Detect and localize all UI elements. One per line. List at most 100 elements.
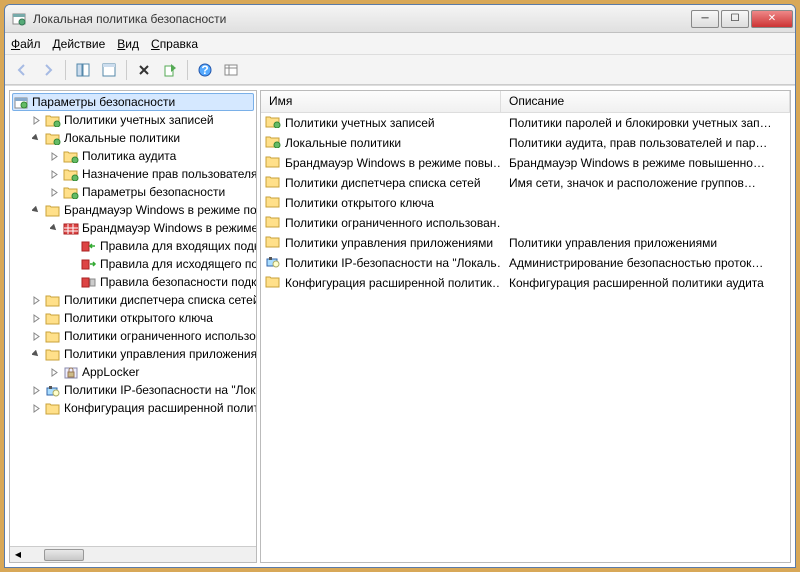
- list-cell-description: Имя сети, значок и расположение группов…: [501, 176, 790, 190]
- folder-icon: [13, 96, 29, 109]
- folder-icon: [265, 275, 285, 291]
- close-button[interactable]: ✕: [751, 10, 793, 28]
- tree-item[interactable]: Параметры безопасности: [48, 183, 254, 201]
- list-row[interactable]: Политики управления приложениямиПолитики…: [261, 233, 790, 253]
- folder-icon: [45, 312, 61, 325]
- expander-closed-icon[interactable]: [30, 384, 43, 397]
- expander-closed-icon[interactable]: [48, 168, 61, 181]
- tree-item[interactable]: Политики диспетчера списка сетей: [30, 291, 254, 309]
- expander-open-icon[interactable]: [48, 222, 61, 235]
- folder-badge-icon: [63, 186, 79, 199]
- expander-closed-icon[interactable]: [48, 366, 61, 379]
- tree-item[interactable]: Политика аудита: [48, 147, 254, 165]
- toolbar-separator: [126, 60, 127, 80]
- tree-item[interactable]: Параметры безопасности: [12, 93, 254, 111]
- export-button[interactable]: [159, 59, 181, 81]
- expander-closed-icon[interactable]: [30, 402, 43, 415]
- menu-file[interactable]: Файл: [11, 37, 41, 51]
- tree-item[interactable]: Политики ограниченного использо: [30, 327, 254, 345]
- tree-item[interactable]: Политики управления приложения: [30, 345, 254, 363]
- maximize-button[interactable]: ☐: [721, 10, 749, 28]
- help-button[interactable]: ?: [194, 59, 216, 81]
- rule-in-icon: [81, 240, 97, 253]
- folder-icon: [45, 348, 61, 361]
- tree-item-label: Параметры безопасности: [82, 185, 225, 199]
- rule-out-icon: [81, 258, 97, 271]
- tree-item[interactable]: Политики открытого ключа: [30, 309, 254, 327]
- tree-item-label: Политика аудита: [82, 149, 176, 163]
- folder-icon: [265, 235, 285, 251]
- horizontal-scrollbar[interactable]: ◀: [10, 546, 256, 562]
- expander-closed-icon[interactable]: [48, 150, 61, 163]
- expander-closed-icon[interactable]: [30, 114, 43, 127]
- tree-item-label: Политики ограниченного использо: [64, 329, 256, 343]
- tree-item-label: Политики IP-безопасности на "Лока: [64, 383, 257, 397]
- tree-item[interactable]: Конфигурация расширенной полит: [30, 399, 254, 417]
- list-row[interactable]: Конфигурация расширенной политик…Конфигу…: [261, 273, 790, 293]
- list-row[interactable]: Политики диспетчера списка сетейИмя сети…: [261, 173, 790, 193]
- content-area: Параметры безопасности Политики учетных з…: [5, 85, 795, 567]
- expander-none: [66, 240, 79, 253]
- scroll-thumb[interactable]: [44, 549, 84, 561]
- list-row[interactable]: Политики открытого ключа: [261, 193, 790, 213]
- back-button[interactable]: [11, 59, 33, 81]
- tree-item[interactable]: Назначение прав пользователя: [48, 165, 254, 183]
- expander-none: [66, 276, 79, 289]
- expander-open-icon[interactable]: [30, 204, 43, 217]
- view-options-button[interactable]: [220, 59, 242, 81]
- properties-button[interactable]: [98, 59, 120, 81]
- tree-item[interactable]: Брандмауэр Windows в режиме пов: [30, 201, 254, 219]
- titlebar[interactable]: Локальная политика безопасности ─ ☐ ✕: [5, 5, 795, 33]
- window-controls: ─ ☐ ✕: [691, 10, 793, 28]
- expander-closed-icon[interactable]: [30, 294, 43, 307]
- list-cell-name: Политики открытого ключа: [261, 195, 501, 211]
- tree-item-label: Назначение прав пользователя: [82, 167, 257, 181]
- list-header: Имя Описание: [261, 91, 790, 113]
- list-body[interactable]: Политики учетных записейПолитики паролей…: [261, 113, 790, 562]
- menu-help[interactable]: Справка: [151, 37, 198, 51]
- show-hide-tree-button[interactable]: [72, 59, 94, 81]
- folder-icon: [45, 294, 61, 307]
- tree-item[interactable]: Правила для входящих подкл: [66, 237, 254, 255]
- expander-open-icon[interactable]: [30, 132, 43, 145]
- list-row[interactable]: Политики ограниченного использован…: [261, 213, 790, 233]
- delete-button[interactable]: [133, 59, 155, 81]
- tree-item[interactable]: Политики IP-безопасности на "Лока: [30, 381, 254, 399]
- list-row[interactable]: Политики учетных записейПолитики паролей…: [261, 113, 790, 133]
- list-cell-name: Политики управления приложениями: [261, 235, 501, 251]
- menu-action[interactable]: Действие: [53, 37, 106, 51]
- expander-closed-icon[interactable]: [30, 330, 43, 343]
- column-header-description[interactable]: Описание: [501, 91, 790, 112]
- list-pane: Имя Описание Политики учетных записейПол…: [260, 90, 791, 563]
- list-row[interactable]: Политики IP-безопасности на "Локаль…Адми…: [261, 253, 790, 273]
- tree-item[interactable]: Локальные политики: [30, 129, 254, 147]
- scroll-left-arrow[interactable]: ◀: [10, 548, 26, 562]
- column-header-name[interactable]: Имя: [261, 91, 501, 112]
- folder-badge-icon: [45, 114, 61, 127]
- expander-closed-icon[interactable]: [30, 312, 43, 325]
- folder-icon: [265, 155, 285, 171]
- app-icon: [11, 11, 27, 27]
- folder-icon: [45, 330, 61, 343]
- list-cell-name: Конфигурация расширенной политик…: [261, 275, 501, 291]
- list-row[interactable]: Локальные политикиПолитики аудита, прав …: [261, 133, 790, 153]
- tree-item[interactable]: Брандмауэр Windows в режиме: [48, 219, 254, 237]
- list-row[interactable]: Брандмауэр Windows в режиме повы…Брандма…: [261, 153, 790, 173]
- tree-item[interactable]: Политики учетных записей: [30, 111, 254, 129]
- forward-button[interactable]: [37, 59, 59, 81]
- list-cell-name: Брандмауэр Windows в режиме повы…: [261, 155, 501, 171]
- folder-badge-icon: [63, 168, 79, 181]
- tree-pane[interactable]: Параметры безопасности Политики учетных з…: [9, 90, 257, 563]
- tree-item-label: Правила для исходящего под: [100, 257, 257, 271]
- minimize-button[interactable]: ─: [691, 10, 719, 28]
- tree-item[interactable]: Правила для исходящего под: [66, 255, 254, 273]
- tree-item-label: Параметры безопасности: [32, 95, 175, 109]
- expander-closed-icon[interactable]: [48, 186, 61, 199]
- tree-item[interactable]: Правила безопасности подкл: [66, 273, 254, 291]
- tree-item[interactable]: AppLocker: [48, 363, 254, 381]
- expander-open-icon[interactable]: [30, 348, 43, 361]
- list-cell-description: Политики паролей и блокировки учетных за…: [501, 116, 790, 130]
- menu-view[interactable]: Вид: [117, 37, 139, 51]
- folder-badge-icon: [63, 150, 79, 163]
- list-cell-description: Администрирование безопасностью проток…: [501, 256, 790, 270]
